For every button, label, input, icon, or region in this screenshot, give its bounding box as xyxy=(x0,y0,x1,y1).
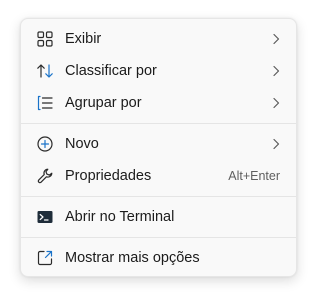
menu-item-label: Abrir no Terminal xyxy=(65,209,175,225)
menu-separator xyxy=(21,196,296,197)
menu-separator xyxy=(21,237,296,238)
menu-item-label: Agrupar por xyxy=(65,95,142,111)
new-plus-icon xyxy=(37,136,53,152)
menu-item-propriedades[interactable]: Propriedades Alt+Enter xyxy=(25,161,292,191)
menu-item-label: Mostrar mais opções xyxy=(65,250,200,266)
wrench-icon xyxy=(37,168,53,184)
chevron-right-icon xyxy=(273,33,280,45)
menu-item-abrir-no-terminal[interactable]: Abrir no Terminal xyxy=(25,202,292,232)
open-external-icon xyxy=(37,250,53,266)
menu-item-mostrar-mais-opcoes[interactable]: Mostrar mais opções xyxy=(25,243,292,273)
menu-item-classificar-por[interactable]: Classificar por xyxy=(25,56,292,86)
menu-separator xyxy=(21,123,296,124)
menu-item-agrupar-por[interactable]: Agrupar por xyxy=(25,88,292,118)
group-by-icon xyxy=(37,95,53,111)
menu-item-novo[interactable]: Novo xyxy=(25,129,292,159)
menu-item-label: Exibir xyxy=(65,31,102,47)
keyboard-shortcut: Alt+Enter xyxy=(228,169,280,183)
sort-icon xyxy=(37,64,53,78)
grid-view-icon xyxy=(37,31,53,47)
context-menu: Exibir Classificar por Agrupar por Novo … xyxy=(20,18,297,277)
menu-item-exibir[interactable]: Exibir xyxy=(25,24,292,54)
menu-item-label: Classificar por xyxy=(65,63,157,79)
terminal-icon xyxy=(37,211,53,223)
chevron-right-icon xyxy=(273,65,280,77)
chevron-right-icon xyxy=(273,138,280,150)
menu-item-label: Novo xyxy=(65,136,99,152)
chevron-right-icon xyxy=(273,97,280,109)
menu-item-label: Propriedades xyxy=(65,168,152,184)
